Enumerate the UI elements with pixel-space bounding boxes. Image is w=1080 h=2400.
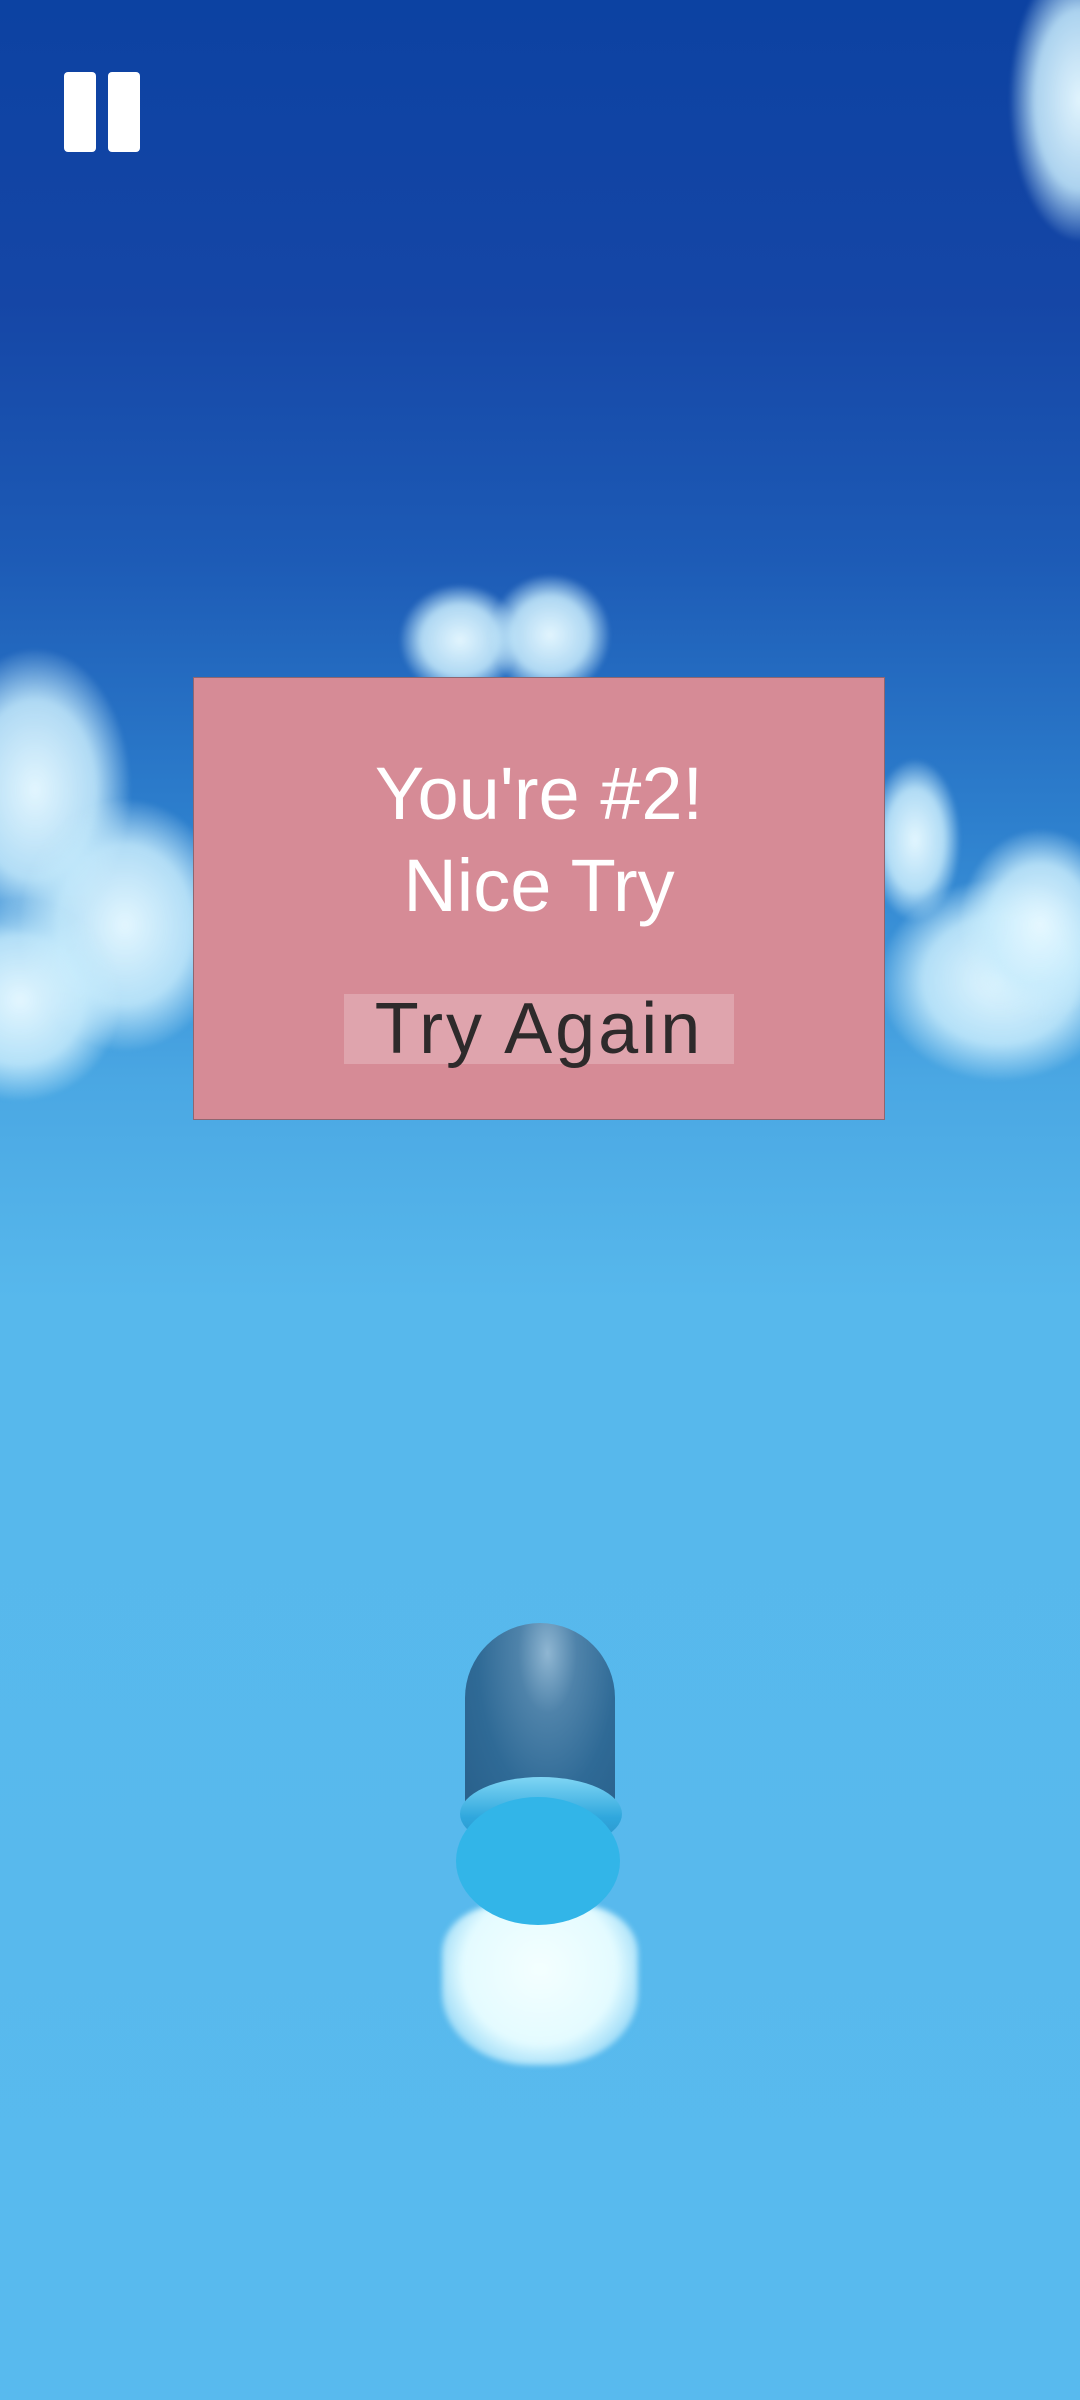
pause-icon	[64, 72, 96, 152]
player-disc	[456, 1797, 620, 1925]
thrust-cloud	[442, 1905, 638, 2065]
result-message: You're #2! Nice Try	[194, 748, 884, 932]
cloud	[1010, 0, 1080, 240]
try-again-button[interactable]: Try Again	[344, 989, 734, 1069]
nice-try-text: Nice Try	[403, 844, 675, 927]
rank-text: You're #2!	[374, 752, 704, 835]
player-character	[442, 1615, 638, 2075]
try-again-label: Try Again	[374, 989, 704, 1069]
pause-icon	[108, 72, 140, 152]
result-panel: You're #2! Nice Try Try Again	[193, 677, 885, 1120]
pause-button[interactable]	[62, 72, 144, 154]
